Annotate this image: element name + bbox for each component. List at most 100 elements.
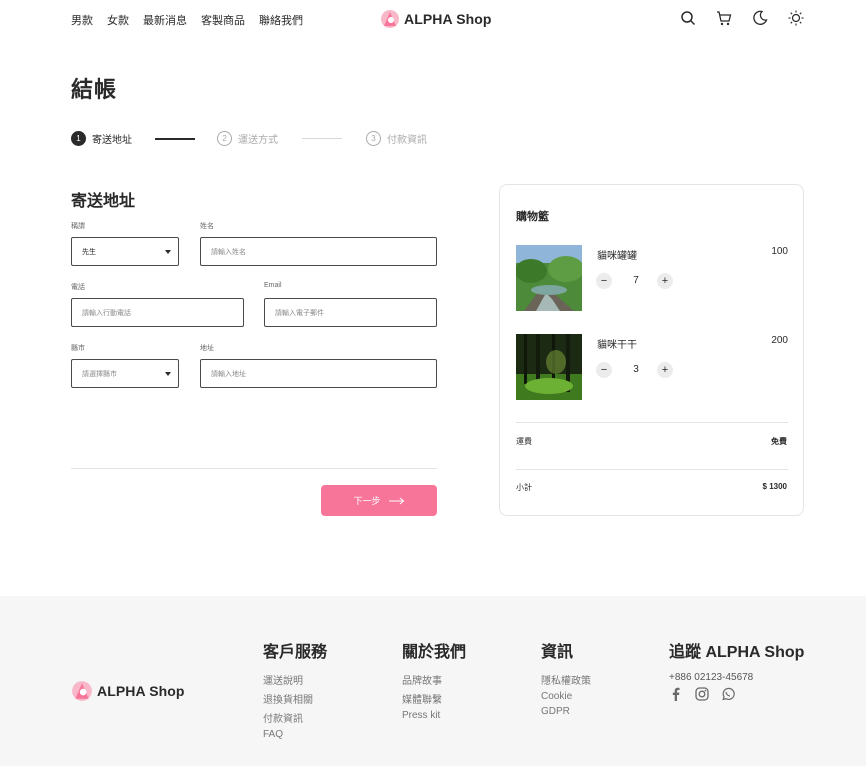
item-quantity: 3: [633, 364, 639, 375]
footer-phone[interactable]: +886 02123-45678: [669, 672, 804, 683]
footer-column-title: 客戶服務: [263, 644, 328, 661]
minus-icon[interactable]: −: [596, 362, 612, 378]
phone-input[interactable]: 請輸入行動電話: [71, 298, 244, 327]
nav-link-news[interactable]: 最新消息: [143, 12, 187, 28]
footer-column-info: 資訊 隱私權政策 Cookie GDPR: [541, 638, 591, 721]
facebook-icon[interactable]: [669, 687, 683, 701]
next-step-button[interactable]: 下一步: [321, 485, 437, 516]
site-footer: ALPHA Shop 客戶服務 運送說明 退換貨相關 付款資訊 FAQ 關於我們…: [0, 596, 866, 766]
step-number: 2: [217, 131, 232, 146]
name-placeholder: 請輸入姓名: [211, 248, 246, 256]
checkout-stepper: 1 寄送地址 2 運送方式 3 付款資訊: [71, 131, 427, 146]
next-step-label: 下一步: [353, 496, 381, 506]
cart-item: 貓咪干干 200 − 3 +: [516, 334, 788, 402]
email-input[interactable]: 請輸入電子郵件: [264, 298, 437, 327]
footer-link[interactable]: Press kit: [402, 710, 466, 721]
page-title: 結帳: [71, 77, 118, 102]
city-placeholder: 請選擇縣市: [82, 370, 117, 378]
salutation-select[interactable]: 先生: [71, 237, 179, 266]
sun-icon[interactable]: [788, 10, 806, 28]
footer-link[interactable]: 品牌故事: [402, 672, 466, 687]
footer-link[interactable]: FAQ: [263, 729, 327, 740]
cart-icon[interactable]: [716, 10, 734, 28]
plus-icon[interactable]: +: [657, 362, 673, 378]
footer-link[interactable]: 付款資訊: [263, 710, 327, 725]
cart-divider: [516, 422, 788, 423]
shipping-label: 運費: [516, 437, 532, 446]
step-connector: [302, 138, 342, 139]
whatsapp-icon[interactable]: [721, 687, 735, 701]
footer-column-service: 客戶服務 運送說明 退換貨相關 付款資訊 FAQ: [263, 638, 327, 744]
caret-down-icon: [165, 372, 171, 376]
item-quantity: 7: [633, 275, 639, 286]
footer-column-about: 關於我們 品牌故事 媒體聯繫 Press kit: [402, 638, 466, 725]
logo-text: ALPHA Shop: [97, 683, 185, 699]
cart-item: 貓咪罐罐 100 − 7 +: [516, 245, 788, 313]
address-placeholder: 請輸入地址: [211, 370, 246, 378]
moon-icon[interactable]: [752, 10, 770, 28]
address-label: 地址: [200, 345, 214, 352]
logo-icon: [72, 681, 92, 701]
product-image: [516, 245, 582, 311]
email-label: Email: [264, 282, 282, 289]
item-price: 200: [771, 335, 788, 346]
footer-link[interactable]: Cookie: [541, 691, 591, 702]
minus-icon[interactable]: −: [596, 273, 612, 289]
step-label: 寄送地址: [92, 135, 132, 146]
salutation-value: 先生: [82, 248, 96, 256]
main-nav: 男款 女款 最新消息 客製商品 聯絡我們: [71, 12, 317, 28]
nav-link-custom[interactable]: 客製商品: [201, 12, 245, 28]
subtotal-value: $ 1300: [762, 482, 787, 491]
footer-column-title: 關於我們: [402, 644, 467, 661]
address-input[interactable]: 請輸入地址: [200, 359, 437, 388]
item-name: 貓咪干干: [597, 340, 637, 351]
site-header: 男款 女款 最新消息 客製商品 聯絡我們 ALPHA Shop: [0, 0, 866, 38]
name-input[interactable]: 請輸入姓名: [200, 237, 437, 266]
site-logo[interactable]: ALPHA Shop: [380, 9, 492, 29]
city-label: 縣市: [71, 345, 85, 352]
header-icons: [680, 10, 806, 28]
nav-link-contact[interactable]: 聯絡我們: [259, 12, 303, 28]
name-label: 姓名: [200, 223, 214, 230]
footer-link[interactable]: 運送說明: [263, 672, 327, 687]
item-price: 100: [771, 246, 788, 257]
step-label: 運送方式: [238, 135, 278, 146]
plus-icon[interactable]: +: [657, 273, 673, 289]
step-payment: 3 付款資訊: [366, 131, 427, 146]
email-placeholder: 請輸入電子郵件: [275, 309, 324, 317]
footer-link[interactable]: 媒體聯繫: [402, 691, 466, 706]
shipping-value: 免費: [771, 437, 787, 446]
instagram-icon[interactable]: [695, 687, 709, 701]
footer-column-title: 追蹤 ALPHA Shop: [669, 644, 805, 661]
footer-link[interactable]: GDPR: [541, 706, 591, 717]
footer-logo[interactable]: ALPHA Shop: [71, 680, 185, 702]
cart-title: 購物籃: [516, 211, 549, 223]
subtotal-label: 小計: [516, 483, 532, 492]
phone-label: 電話: [71, 284, 85, 291]
search-icon[interactable]: [680, 10, 698, 28]
step-connector: [155, 137, 195, 140]
shopping-cart: 購物籃 貓咪罐罐 100 − 7 + 貓咪干干 200 − 3 + 運費 免費 …: [499, 184, 804, 516]
social-links: [669, 687, 804, 701]
logo-text: ALPHA Shop: [404, 11, 492, 27]
step-shipping: 2 運送方式: [217, 131, 278, 146]
product-image: [516, 334, 582, 400]
form-divider: [71, 468, 437, 469]
step-label: 付款資訊: [387, 135, 427, 146]
logo-icon: [381, 10, 399, 28]
cart-divider: [516, 469, 788, 470]
step-number: 1: [71, 131, 86, 146]
nav-link-men[interactable]: 男款: [71, 12, 93, 28]
nav-link-women[interactable]: 女款: [107, 12, 129, 28]
salutation-label: 稱謂: [71, 223, 85, 230]
city-select[interactable]: 請選擇縣市: [71, 359, 179, 388]
footer-link[interactable]: 隱私權政策: [541, 672, 591, 687]
step-number: 3: [366, 131, 381, 146]
footer-column-title: 資訊: [541, 644, 574, 661]
step-address: 1 寄送地址: [71, 131, 132, 146]
footer-link[interactable]: 退換貨相關: [263, 691, 327, 706]
arrow-right-icon: [388, 497, 404, 504]
footer-column-follow: 追蹤 ALPHA Shop +886 02123-45678: [669, 638, 804, 701]
caret-down-icon: [165, 250, 171, 254]
form-title: 寄送地址: [71, 193, 136, 210]
